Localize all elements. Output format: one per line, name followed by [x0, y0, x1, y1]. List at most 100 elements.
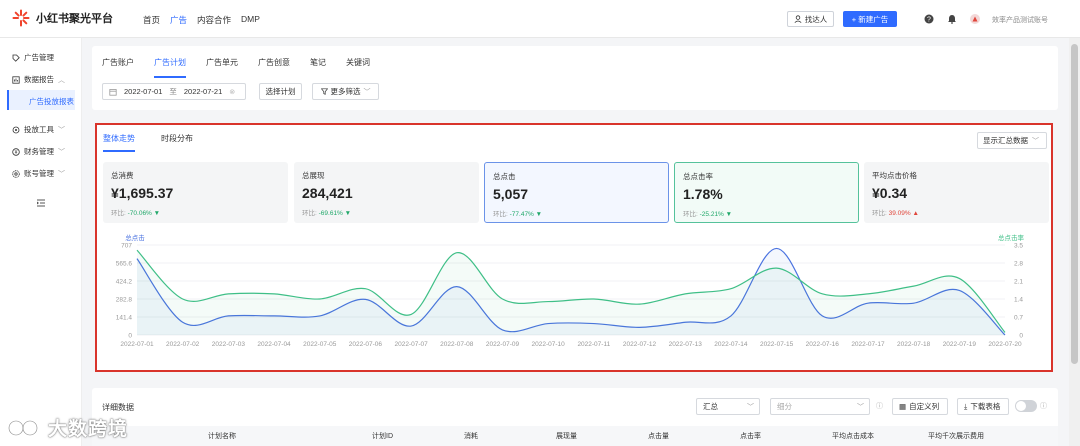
x-tick-label: 2022-07-06 — [349, 341, 383, 348]
col-spend[interactable]: 消耗 — [464, 431, 478, 441]
y-left-tick-label: 141.4 — [116, 315, 133, 322]
col-plan-name[interactable]: 计划名称 — [208, 431, 236, 441]
tab-ad-account[interactable]: 广告账户 — [102, 57, 134, 78]
new-ad-button[interactable]: + 新建广告 — [843, 11, 897, 27]
collapse-sidebar-icon[interactable] — [36, 198, 46, 208]
download-icon: ⤓ — [964, 401, 968, 411]
sidebar-item-account[interactable]: 账号管理 ﹀ — [12, 168, 65, 179]
y-left-tick-label: 0 — [128, 333, 132, 340]
x-tick-label: 2022-07-05 — [303, 341, 337, 348]
date-end: 2022-07-21 — [183, 87, 223, 96]
find-talent-button[interactable]: 找达人 — [787, 11, 834, 27]
clear-icon[interactable]: ⊗ — [229, 88, 235, 96]
sidebar-item-ad-manage[interactable]: 广告管理 — [12, 52, 54, 63]
x-tick-label: 2022-07-16 — [806, 341, 840, 348]
more-filter-button[interactable]: 更多筛选 ﹀ — [312, 83, 379, 100]
x-tick-label: 2022-07-08 — [440, 341, 474, 348]
x-tick-label: 2022-07-09 — [486, 341, 520, 348]
y-right-tick-label: 2.1 — [1014, 279, 1023, 286]
sidebar-item-tools[interactable]: 投放工具 ﹀ — [12, 124, 65, 135]
settings-icon — [12, 169, 20, 178]
y-right-tick-label: 0.7 — [1014, 315, 1023, 322]
tab-notes[interactable]: 笔记 — [310, 57, 326, 78]
x-tick-label: 2022-07-11 — [577, 341, 610, 348]
chevron-up-icon: ︿ — [58, 76, 65, 84]
nav-dmp[interactable]: DMP — [241, 14, 260, 26]
scrollbar[interactable] — [1069, 38, 1080, 446]
y-right-tick-label: 3.5 — [1014, 243, 1023, 250]
info-icon[interactable]: ⓘ — [1040, 401, 1047, 411]
trend-chart[interactable]: 0 141.4 282.8 424.2 565.6 707 0 0.7 1.4 2.1 2.8 3.5… — [97, 125, 1051, 370]
tab-ad-unit[interactable]: 广告单元 — [206, 57, 238, 78]
svg-text:¥: ¥ — [15, 150, 18, 156]
report-icon — [12, 75, 20, 84]
series-label-clicks: 总点击 — [125, 233, 145, 242]
col-ctr[interactable]: 点击率 — [740, 431, 761, 441]
y-right-tick-label: 1.4 — [1014, 297, 1023, 304]
nav-content-coop[interactable]: 内容合作 — [197, 14, 231, 26]
tab-ad-plan[interactable]: 广告计划 — [154, 57, 186, 78]
chevron-down-icon: ﹀ — [58, 148, 65, 156]
help-icon[interactable]: ? — [924, 14, 934, 24]
chevron-down-icon: ﹀ — [363, 88, 371, 96]
top-bar: 小红书聚光平台 首页 广告 内容合作 DMP 找达人 + 新建广告 ? 效率产品… — [0, 0, 1080, 38]
download-table-button[interactable]: ⤓ 下载表格 — [957, 398, 1009, 415]
toggle-switch[interactable] — [1015, 400, 1037, 412]
detail-section: 详细数据 汇总 ﹀ 细分 ﹀ ⓘ ▦ 自定义列 ⤓ 下载表格 ⓘ □ 计划名称 … — [92, 388, 1058, 446]
col-impressions[interactable]: 展现量 — [556, 431, 577, 441]
x-tick-label: 2022-07-15 — [760, 341, 794, 348]
main-nav: 首页 广告 内容合作 DMP — [143, 14, 260, 26]
report-tabs: 广告账户 广告计划 广告单元 广告创意 笔记 关键词 — [102, 57, 370, 78]
scrollbar-thumb[interactable] — [1071, 44, 1078, 364]
avatar[interactable] — [970, 14, 980, 24]
col-avg-cpc[interactable]: 平均点击成本 — [832, 431, 874, 441]
detail-title: 详细数据 — [102, 403, 134, 412]
app-name: 小红书聚光平台 — [36, 13, 113, 25]
report-header: 广告账户 广告计划 广告单元 广告创意 笔记 关键词 2022-07-01 至 … — [92, 46, 1058, 110]
aggregate-select[interactable]: 汇总 ﹀ — [696, 398, 760, 415]
y-left-tick-label: 707 — [121, 243, 132, 250]
select-plan-button[interactable]: 选择计划 — [259, 83, 302, 100]
chevron-down-icon: ﹀ — [747, 403, 754, 411]
x-tick-label: 2022-07-13 — [669, 341, 703, 348]
tag-icon — [12, 54, 20, 62]
date-range-picker[interactable]: 2022-07-01 至 2022-07-21 ⊗ — [102, 83, 246, 100]
x-tick-label: 2022-07-02 — [166, 341, 200, 348]
x-tick-label: 2022-07-12 — [623, 341, 657, 348]
watermark: 大数跨境 — [8, 414, 128, 441]
x-tick-label: 2022-07-19 — [943, 341, 977, 348]
watermark-logo — [8, 420, 38, 435]
svg-text:?: ? — [927, 17, 931, 24]
trend-panel: 整体走势 时段分布 显示汇总数据 ﹀ 总消费 ¥1,695.37 环比: -70… — [95, 123, 1053, 372]
x-tick-label: 2022-07-18 — [897, 341, 931, 348]
info-icon[interactable]: ⓘ — [876, 401, 883, 411]
y-right-tick-label: 2.8 — [1014, 261, 1023, 268]
y-right-tick-label: 0 — [1019, 333, 1023, 340]
y-left-tick-label: 424.2 — [116, 279, 133, 286]
x-tick-label: 2022-07-07 — [394, 341, 428, 348]
account-name[interactable]: 效率产品测试账号 — [992, 15, 1048, 25]
tab-ad-creative[interactable]: 广告创意 — [258, 57, 290, 78]
col-clicks[interactable]: 点击量 — [648, 431, 669, 441]
col-plan-id[interactable]: 计划ID — [372, 431, 393, 441]
split-select[interactable]: 细分 ﹀ — [770, 398, 870, 415]
sidebar-item-ad-report[interactable]: 广告投放报表 — [7, 90, 75, 110]
nav-home[interactable]: 首页 — [143, 14, 160, 26]
chevron-down-icon: ﹀ — [58, 170, 65, 178]
nav-ads[interactable]: 广告 — [170, 14, 187, 26]
x-tick-label: 2022-07-20 — [988, 341, 1022, 348]
tab-keywords[interactable]: 关键词 — [346, 57, 370, 78]
x-tick-label: 2022-07-03 — [212, 341, 246, 348]
x-tick-label: 2022-07-04 — [257, 341, 291, 348]
sidebar-item-finance[interactable]: ¥ 财务管理 ﹀ — [12, 146, 65, 157]
bell-icon[interactable] — [947, 14, 957, 24]
date-start: 2022-07-01 — [124, 87, 163, 96]
custom-columns-button[interactable]: ▦ 自定义列 — [892, 398, 948, 415]
tool-icon — [12, 126, 20, 133]
date-separator: 至 — [169, 87, 177, 96]
app-logo[interactable]: 小红书聚光平台 — [12, 9, 113, 27]
finance-icon: ¥ — [12, 147, 20, 156]
columns-icon: ▦ — [899, 402, 907, 411]
col-avg-cpm[interactable]: 平均千次展示费用 — [928, 431, 984, 441]
sidebar-item-data-report[interactable]: 数据报告 ︿ — [12, 74, 65, 85]
